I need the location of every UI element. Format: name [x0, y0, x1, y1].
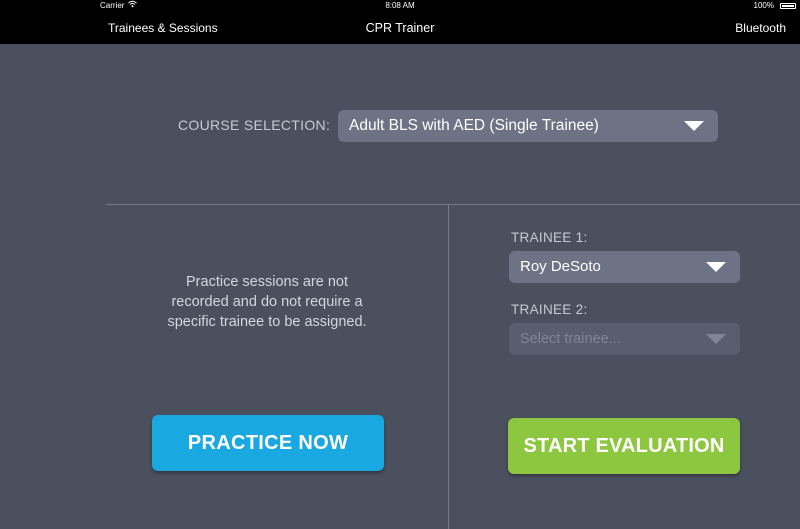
trainee-2-placeholder: Select trainee...: [520, 331, 621, 347]
trainee-1-label: TRAINEE 1:: [511, 230, 588, 245]
battery-percent: 100%: [753, 1, 774, 10]
status-time: 8:08 AM: [385, 1, 415, 10]
caret-down-icon: [684, 121, 704, 131]
bluetooth-button[interactable]: Bluetooth: [735, 12, 786, 44]
course-selection-dropdown[interactable]: Adult BLS with AED (Single Trainee): [338, 110, 718, 142]
start-evaluation-button[interactable]: START EVALUATION: [508, 418, 740, 474]
navigation-bar: Trainees & Sessions CPR Trainer Bluetoot…: [0, 12, 800, 44]
vertical-divider: [448, 205, 449, 529]
practice-description: Practice sessions are not recorded and d…: [167, 274, 367, 330]
trainee-1-value: Roy DeSoto: [520, 258, 601, 275]
caret-down-icon: [706, 334, 726, 344]
trainee-2-dropdown[interactable]: Select trainee...: [509, 323, 740, 355]
battery-icon: [780, 3, 796, 9]
page-title: CPR Trainer: [365, 21, 435, 35]
trainee-2-label: TRAINEE 2:: [511, 302, 588, 317]
course-selection-value: Adult BLS with AED (Single Trainee): [349, 117, 599, 134]
practice-now-button[interactable]: PRACTICE NOW: [152, 415, 384, 471]
horizontal-divider: [106, 204, 800, 205]
course-selection-label: COURSE SELECTION:: [178, 117, 331, 133]
caret-down-icon: [706, 262, 726, 272]
trainee-1-dropdown[interactable]: Roy DeSoto: [509, 251, 740, 283]
status-bar: Carrier 8:08 AM 100%: [0, 0, 800, 12]
